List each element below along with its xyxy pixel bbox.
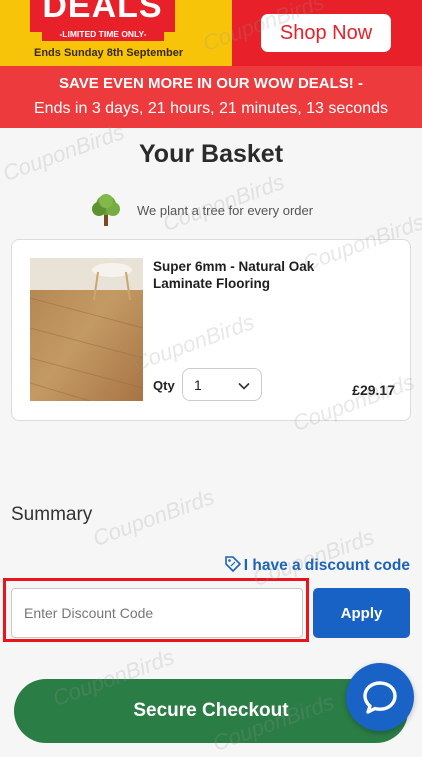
tree-message: We plant a tree for every order	[137, 203, 314, 218]
discount-code-link[interactable]: I have a discount code	[224, 555, 410, 577]
promo-end-date: Ends Sunday 8th September	[34, 47, 184, 59]
discount-link-label: I have a discount code	[243, 557, 410, 574]
chat-button[interactable]	[346, 663, 414, 731]
discount-code-input[interactable]	[11, 588, 303, 638]
quantity-select[interactable]: 1	[182, 368, 262, 401]
wow-deals-title: SAVE EVEN MORE IN OUR WOW DEALS! -	[59, 75, 363, 92]
deal-countdown: Ends in 3 days, 21 hours, 21 minutes, 13…	[34, 100, 388, 117]
page-title: Your Basket	[138, 140, 284, 168]
chevron-down-icon	[237, 378, 251, 392]
shop-now-button[interactable]: Shop Now	[261, 14, 391, 52]
chat-bubble-icon	[363, 681, 397, 714]
wow-deals-banner[interactable]: SAVE EVEN MORE IN OUR WOW DEALS! - Ends …	[0, 66, 422, 128]
watermark: CouponBirds	[89, 484, 218, 552]
basket-item-card: Super 6mm - Natural Oak Laminate Floorin…	[11, 239, 411, 421]
item-price: £29.17	[352, 382, 395, 398]
promo-banner[interactable]: DEALS -LIMITED TIME ONLY- Ends Sunday 8t…	[0, 0, 422, 66]
apply-button[interactable]: Apply	[313, 588, 410, 638]
product-image[interactable]	[30, 258, 143, 401]
summary-title: Summary	[11, 504, 93, 525]
tree-icon	[90, 193, 122, 227]
tag-icon	[224, 555, 242, 573]
qty-value: 1	[194, 377, 202, 393]
product-name[interactable]: Super 6mm - Natural Oak Laminate Floorin…	[153, 258, 363, 292]
qty-label: Qty	[153, 378, 175, 393]
limited-time-label: -LIMITED TIME ONLY-	[42, 28, 164, 41]
